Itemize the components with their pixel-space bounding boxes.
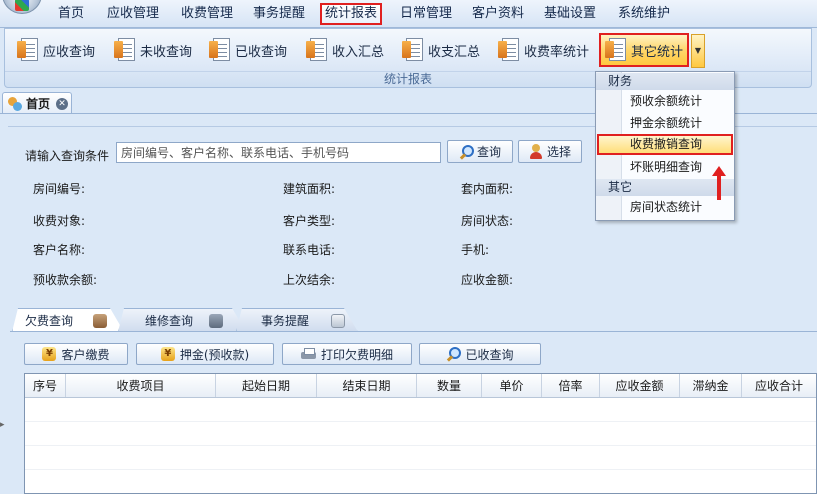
menu-customers[interactable]: 客户资料 (469, 3, 527, 25)
col-late-fee[interactable]: 滞纳金 (680, 374, 742, 397)
field-inner-area: 套内面积: (461, 182, 514, 196)
box-icon (93, 314, 107, 328)
col-end-date[interactable]: 结束日期 (317, 374, 417, 397)
col-total[interactable]: 应收合计 (742, 374, 816, 397)
field-room-status: 房间状态: (461, 214, 514, 228)
app-menu-button[interactable] (2, 0, 42, 14)
menu-daily[interactable]: 日常管理 (397, 3, 455, 25)
col-item[interactable]: 收费项目 (66, 374, 216, 397)
field-customer-type: 客户类型: (283, 214, 336, 228)
printer-icon (300, 347, 316, 361)
report-doc-icon (498, 37, 520, 63)
tab-task-reminder[interactable]: 事务提醒 (236, 308, 358, 332)
table-row (25, 446, 816, 470)
report-doc-icon (306, 37, 328, 63)
other-stats-dropdown-arrow[interactable]: ▼ (691, 34, 705, 68)
report-doc-icon (17, 37, 39, 63)
income-expense-summary-button[interactable]: 收支汇总 (402, 34, 480, 66)
menu-settings[interactable]: 基础设置 (541, 3, 599, 25)
menu-item-prepaid-balance-stats[interactable]: 预收余额统计 (596, 91, 734, 112)
search-input[interactable] (116, 142, 441, 163)
col-multiplier[interactable]: 倍率 (542, 374, 600, 397)
col-unit-price[interactable]: 单价 (482, 374, 542, 397)
yen-icon: ¥ (160, 347, 175, 361)
field-billing-target: 收费对象: (33, 214, 86, 228)
table-row (25, 398, 816, 422)
field-mobile: 手机: (461, 243, 490, 257)
table-header: 序号 收费项目 起始日期 结束日期 数量 单价 倍率 应收金额 滞纳金 应收合计 (25, 374, 816, 398)
yen-icon: ¥ (42, 347, 57, 361)
menu-billing[interactable]: 收费管理 (178, 3, 236, 25)
app-logo-icon (15, 0, 29, 11)
collection-rate-button[interactable]: 收费率统计 (498, 34, 589, 66)
col-index[interactable]: 序号 (25, 374, 66, 397)
user-icon (529, 144, 543, 159)
menu-item-deposit-balance-stats[interactable]: 押金余额统计 (596, 113, 734, 134)
other-stats-button[interactable]: 其它统计 (599, 33, 690, 67)
menu-reports[interactable]: 统计报表 (320, 3, 383, 25)
calendar-icon (331, 314, 345, 328)
col-receivable[interactable]: 应收金额 (600, 374, 680, 397)
tab-home[interactable]: 首页 ✕ (2, 92, 72, 114)
deposit-button[interactable]: ¥ 押金(预收款) (136, 343, 274, 365)
arrears-table[interactable]: 序号 收费项目 起始日期 结束日期 数量 单价 倍率 应收金额 滞纳金 应收合计 (24, 373, 817, 494)
report-doc-icon (114, 37, 136, 63)
tab-arrears-query[interactable]: 欠费查询 (12, 308, 124, 332)
tools-icon (209, 314, 223, 328)
field-building-area: 建筑面积: (283, 182, 336, 196)
menu-item-room-status-stats[interactable]: 房间状态统计 (596, 197, 734, 218)
col-quantity[interactable]: 数量 (417, 374, 482, 397)
search-icon (459, 144, 474, 159)
annotation-arrow-icon (712, 166, 726, 200)
select-button[interactable]: 选择 (518, 140, 582, 163)
paid-query-button[interactable]: 已收查询 (209, 34, 287, 66)
menu-item-billing-cancel-query[interactable]: 收费撤销查询 (597, 134, 733, 155)
table-row (25, 422, 816, 446)
panel-edge-marker: ▸ (0, 420, 5, 430)
query-button[interactable]: 查询 (447, 140, 513, 163)
field-room-number: 房间编号: (33, 182, 86, 196)
receivable-query-button[interactable]: 应收查询 (17, 34, 95, 66)
close-tab-icon[interactable]: ✕ (56, 97, 69, 110)
menu-reminders[interactable]: 事务提醒 (250, 3, 308, 25)
menu-maintenance[interactable]: 系统维护 (615, 3, 673, 25)
report-doc-icon (402, 37, 424, 63)
query-prompt-label: 请输入查询条件 (25, 149, 110, 163)
report-doc-icon (209, 37, 231, 63)
paid-query-action-button[interactable]: 已收查询 (419, 343, 541, 365)
menu-receivables[interactable]: 应收管理 (104, 3, 162, 25)
report-doc-icon (605, 37, 627, 63)
home-users-icon (7, 96, 23, 111)
tab-repair-query[interactable]: 维修查询 (118, 308, 246, 332)
field-phone: 联系电话: (283, 243, 336, 257)
search-icon (446, 347, 462, 361)
menu-home[interactable]: 首页 (55, 3, 87, 25)
field-prepaid-balance: 预收款余额: (33, 273, 98, 287)
income-summary-button[interactable]: 收入汇总 (306, 34, 384, 66)
field-customer-name: 客户名称: (33, 243, 86, 257)
unpaid-query-button[interactable]: 未收查询 (114, 34, 192, 66)
menu-bar: 首页 应收管理 收费管理 事务提醒 统计报表 日常管理 客户资料 基础设置 系统… (0, 0, 817, 28)
field-receivable-amount: 应收金额: (461, 273, 514, 287)
menu-section-finance: 财务 (596, 73, 734, 90)
customer-payment-button[interactable]: ¥ 客户缴费 (24, 343, 128, 365)
col-start-date[interactable]: 起始日期 (216, 374, 317, 397)
print-arrears-button[interactable]: 打印欠费明细 (282, 343, 412, 365)
field-last-balance: 上次结余: (283, 273, 336, 287)
